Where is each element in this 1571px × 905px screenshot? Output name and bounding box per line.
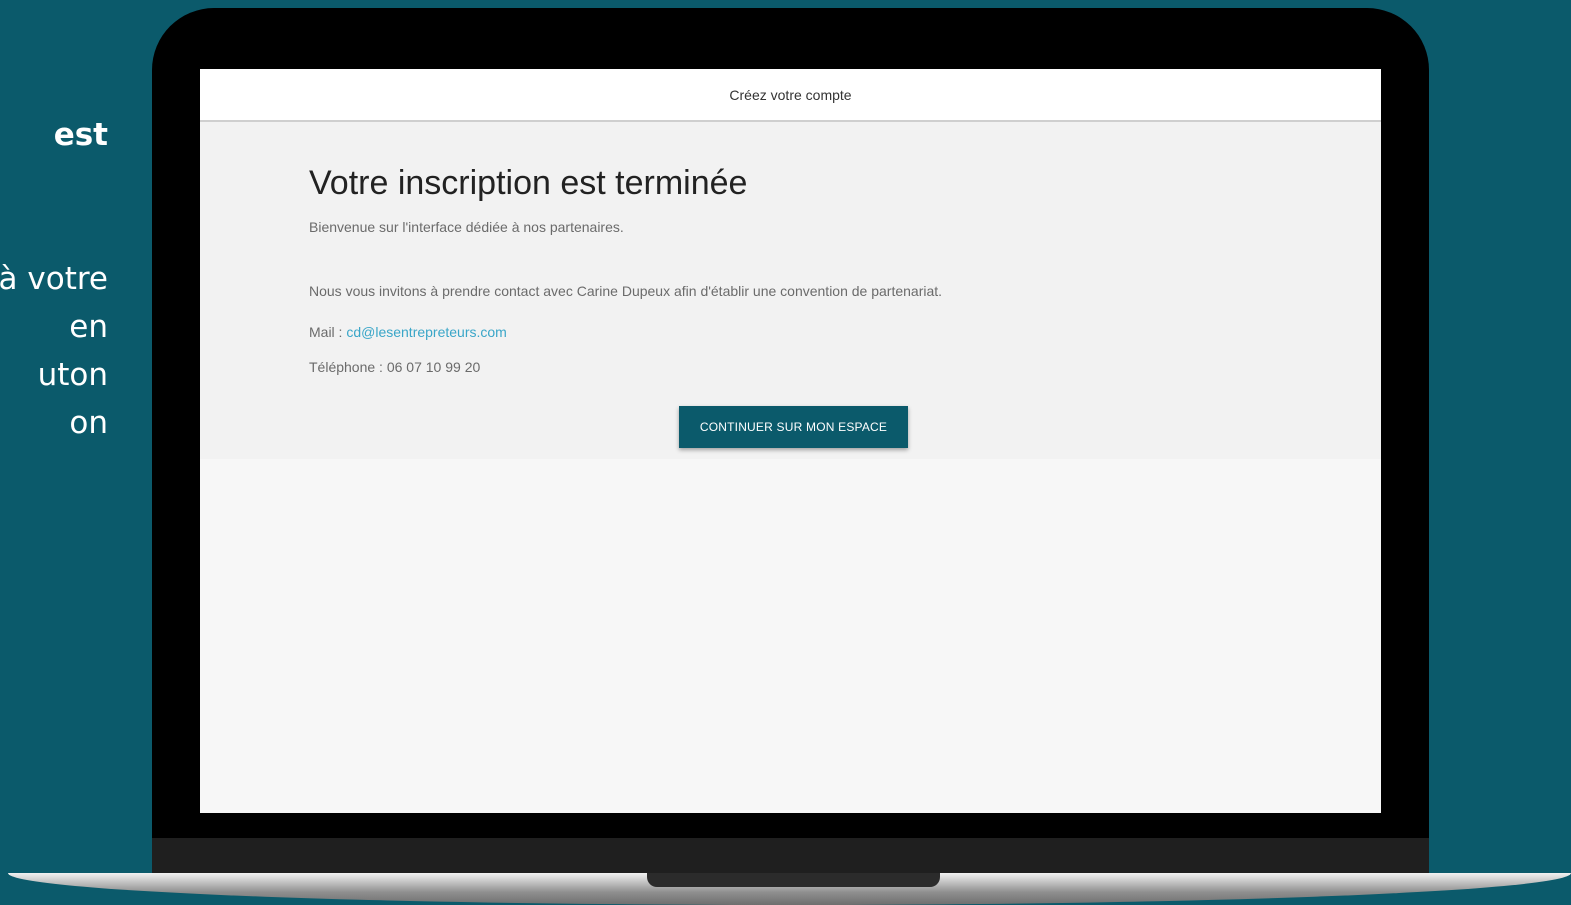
phone-label: Téléphone : — [309, 359, 387, 375]
page-title: Votre inscription est terminée — [309, 164, 748, 202]
laptop-notch — [647, 873, 940, 887]
side-text-line: on — [69, 405, 108, 441]
side-text-line: uton — [37, 357, 108, 393]
page-header: Créez votre compte — [200, 69, 1381, 122]
side-text-line: à votre — [0, 261, 108, 297]
side-description: est à votre en uton on — [0, 0, 150, 905]
mail-label: Mail : — [309, 324, 347, 340]
phone-line: Téléphone : 06 07 10 99 20 — [309, 359, 480, 375]
mail-line: Mail : cd@lesentrepreteurs.com — [309, 324, 507, 340]
invite-text: Nous vous invitons à prendre contact ave… — [309, 283, 943, 299]
continue-button[interactable]: CONTINUER SUR MON ESPACE — [679, 406, 908, 448]
side-text-line: est — [53, 117, 108, 153]
laptop-screen: Créez votre compte Votre inscription est… — [200, 69, 1381, 813]
side-text-line: en — [69, 309, 108, 345]
mail-link[interactable]: cd@lesentrepreteurs.com — [346, 324, 507, 340]
welcome-text: Bienvenue sur l'interface dédiée à nos p… — [309, 219, 624, 235]
header-title: Créez votre compte — [729, 87, 852, 103]
confirmation-panel: Votre inscription est terminée Bienvenue… — [200, 122, 1381, 459]
laptop-chin — [152, 838, 1429, 876]
phone-value: 06 07 10 99 20 — [386, 359, 481, 375]
